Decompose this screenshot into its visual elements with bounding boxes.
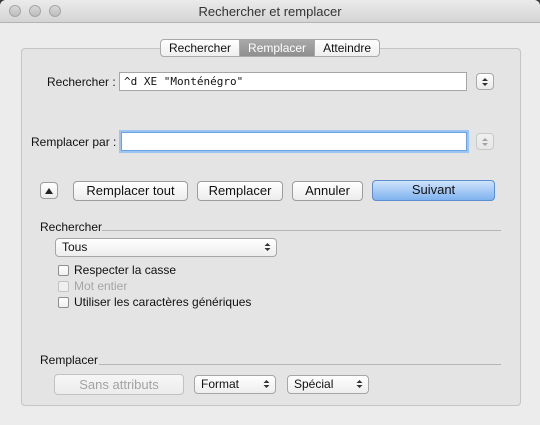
wildcards-checkbox[interactable] [58,297,69,308]
replace-button[interactable]: Remplacer [197,181,283,201]
format-select[interactable]: Format [194,375,276,394]
search-input[interactable]: ^d XE "Monténégro" [119,72,467,91]
search-scope-select[interactable]: Tous [55,238,277,257]
tab-bar: Rechercher Remplacer Atteindre [160,39,381,57]
replace-section-divider [99,364,501,365]
replace-label: Remplacer par : [31,135,117,149]
up-down-arrows-icon [263,380,270,388]
next-button[interactable]: Suivant [372,180,495,201]
format-select-value: Format [201,377,240,391]
tab-rechercher[interactable]: Rechercher [160,39,241,57]
special-select-value: Spécial [294,377,334,391]
search-scope-value: Tous [62,240,88,254]
up-down-arrows-icon [482,138,488,146]
search-history-stepper[interactable] [476,73,494,90]
whole-word-label: Mot entier [74,279,128,293]
replace-input[interactable] [121,132,467,151]
whole-word-checkbox[interactable] [58,281,69,292]
find-section-divider [102,230,501,231]
replace-section-title: Remplacer [40,353,99,367]
cancel-button[interactable]: Annuler [292,181,363,201]
find-replace-window: Rechercher et remplacer Rechercher Rempl… [0,0,540,425]
collapse-options-button[interactable] [40,182,58,199]
find-section-title: Rechercher [40,220,103,234]
match-case-label: Respecter la casse [74,263,177,277]
triangle-up-icon [45,188,53,194]
tab-remplacer[interactable]: Remplacer [240,39,316,57]
window-title: Rechercher et remplacer [198,4,342,19]
title-bar: Rechercher et remplacer [0,0,540,23]
replace-all-button[interactable]: Remplacer tout [73,181,188,201]
up-down-arrows-icon [264,243,271,251]
search-label: Rechercher : [47,75,116,89]
up-down-arrows-icon [482,78,488,86]
up-down-arrows-icon [356,380,363,388]
replace-history-stepper[interactable] [476,133,494,150]
special-select[interactable]: Spécial [287,375,369,394]
match-case-checkbox[interactable] [58,265,69,276]
tab-atteindre[interactable]: Atteindre [315,39,381,57]
no-attributes-button[interactable]: Sans attributs [54,374,184,395]
wildcards-label: Utiliser les caractères génériques [74,295,252,309]
